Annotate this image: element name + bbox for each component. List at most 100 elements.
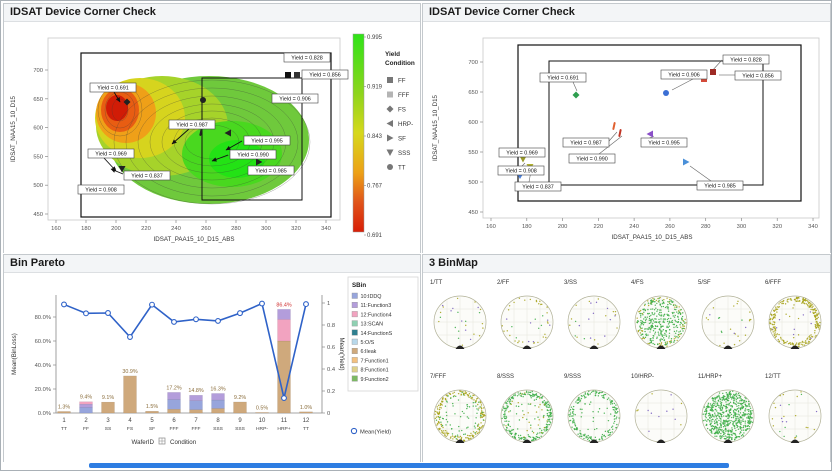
svg-text:FFF: FFF <box>170 426 179 432</box>
svg-text:6: 6 <box>172 418 176 424</box>
svg-text:0.5%: 0.5% <box>256 405 268 411</box>
dashboard: IDSAT Device Corner Check 16018020022024… <box>0 0 832 471</box>
svg-text:200: 200 <box>558 224 568 230</box>
corner-scatter-chart[interactable]: 1601802002202402602803003203404505005506… <box>423 22 830 253</box>
svg-text:17.2%: 17.2% <box>166 385 181 391</box>
svg-text:8:Function1: 8:Function1 <box>361 368 389 374</box>
svg-text:1: 1 <box>62 418 66 424</box>
svg-text:FFF: FFF <box>192 426 201 432</box>
svg-text:11: 11 <box>281 418 288 424</box>
svg-text:500: 500 <box>468 180 478 186</box>
svg-text:1.3%: 1.3% <box>58 404 70 410</box>
svg-text:9:Function2: 9:Function2 <box>361 377 389 383</box>
svg-text:Yield = 0.990: Yield = 0.990 <box>237 153 268 159</box>
svg-text:220: 220 <box>594 224 604 230</box>
svg-text:Yield = 0.837: Yield = 0.837 <box>131 174 162 180</box>
panel-header-corner-contour[interactable]: IDSAT Device Corner Check <box>4 4 420 22</box>
svg-text:1: 1 <box>327 301 330 307</box>
panel-corner-scatter: IDSAT Device Corner Check 16018020022024… <box>422 3 831 253</box>
panel-title-bin-pareto: Bin Pareto <box>10 257 65 269</box>
svg-text:6:Ileak: 6:Ileak <box>361 349 377 355</box>
panel-title-binmap: 3 BinMap <box>429 257 478 269</box>
svg-text:80.0%: 80.0% <box>35 315 51 321</box>
svg-text:240: 240 <box>629 224 639 230</box>
svg-text:Mean(Yield): Mean(Yield) <box>338 337 345 370</box>
svg-text:Condition: Condition <box>170 439 197 446</box>
svg-text:280: 280 <box>231 226 241 232</box>
svg-text:SSS: SSS <box>213 426 224 432</box>
svg-text:11:Function3: 11:Function3 <box>361 303 392 309</box>
svg-text:IDSAT_NAA15_10_D15: IDSAT_NAA15_10_D15 <box>432 94 439 160</box>
svg-text:700: 700 <box>468 60 478 66</box>
svg-text:550: 550 <box>33 154 43 160</box>
svg-text:Yield = 0.906: Yield = 0.906 <box>668 73 699 79</box>
svg-text:600: 600 <box>468 120 478 126</box>
svg-text:320: 320 <box>291 226 301 232</box>
svg-text:FS: FS <box>398 106 406 113</box>
svg-text:0.8: 0.8 <box>327 323 335 329</box>
svg-text:Yield = 0.985: Yield = 0.985 <box>255 169 286 175</box>
panel-header-bin-pareto[interactable]: Bin Pareto <box>4 255 420 273</box>
svg-text:180: 180 <box>522 224 532 230</box>
svg-text:8/SSS: 8/SSS <box>497 374 514 380</box>
svg-text:0.6: 0.6 <box>327 345 335 351</box>
svg-text:7: 7 <box>194 418 198 424</box>
svg-text:2/FF: 2/FF <box>497 280 510 286</box>
panel-header-binmap[interactable]: 3 BinMap <box>423 255 830 273</box>
panel-binmap: 3 BinMap 1/TT2/FF3/SS4/FS5/SF6/FFF7/FFF8… <box>422 254 831 462</box>
svg-text:Mean(Yield): Mean(Yield) <box>360 430 391 436</box>
svg-text:700: 700 <box>33 68 43 74</box>
svg-text:IDSAT_NAA15_10_D15: IDSAT_NAA15_10_D15 <box>10 95 17 161</box>
svg-text:Yield = 0.856: Yield = 0.856 <box>742 74 773 80</box>
svg-text:300: 300 <box>261 226 271 232</box>
svg-text:Yield = 0.969: Yield = 0.969 <box>95 152 126 158</box>
svg-text:450: 450 <box>33 212 43 218</box>
svg-text:1.5%: 1.5% <box>146 404 158 410</box>
svg-text:0.2: 0.2 <box>327 389 335 395</box>
svg-text:HRP-: HRP- <box>398 121 413 128</box>
svg-text:Yield = 0.828: Yield = 0.828 <box>291 56 322 62</box>
svg-text:Yield = 0.990: Yield = 0.990 <box>576 157 607 163</box>
svg-text:500: 500 <box>33 183 43 189</box>
svg-text:IDSAT_PAA15_10_D15_ABS: IDSAT_PAA15_10_D15_ABS <box>154 236 235 243</box>
svg-text:16.3%: 16.3% <box>210 386 225 392</box>
svg-text:9.1%: 9.1% <box>102 395 114 401</box>
svg-text:650: 650 <box>33 97 43 103</box>
svg-text:0.691: 0.691 <box>367 233 383 239</box>
svg-text:0.0%: 0.0% <box>38 411 51 417</box>
svg-text:0: 0 <box>327 411 330 417</box>
bottom-scrollbar[interactable] <box>89 463 729 468</box>
svg-text:5: 5 <box>150 418 154 424</box>
panel-body-binmap: 1/TT2/FF3/SS4/FS5/SF6/FFF7/FFF8/SSS9/SSS… <box>423 273 830 462</box>
panel-body-corner-scatter: 1601802002202402602803003203404505005506… <box>423 22 830 253</box>
svg-text:12/TT: 12/TT <box>765 374 781 380</box>
svg-text:HRP+: HRP+ <box>277 426 290 432</box>
corner-contour-chart[interactable]: 1601802002202402602803003203404505005506… <box>4 22 420 253</box>
svg-text:1.0%: 1.0% <box>300 405 312 411</box>
svg-text:10/HRP-: 10/HRP- <box>631 374 654 380</box>
svg-text:450: 450 <box>468 210 478 216</box>
panel-corner-contour: IDSAT Device Corner Check 16018020022024… <box>3 3 421 253</box>
panel-title-corner-scatter: IDSAT Device Corner Check <box>429 6 575 18</box>
svg-text:9.2%: 9.2% <box>234 395 246 401</box>
svg-text:Yield = 0.995: Yield = 0.995 <box>251 139 282 145</box>
svg-text:Yield = 0.995: Yield = 0.995 <box>648 141 679 147</box>
svg-text:Yield = 0.828: Yield = 0.828 <box>730 58 761 64</box>
svg-text:2: 2 <box>84 418 88 424</box>
binmap-grid[interactable]: 1/TT2/FF3/SS4/FS5/SF6/FFF7/FFF8/SSS9/SSS… <box>423 273 830 462</box>
svg-text:IDSAT_PAA15_10_D15_ABS: IDSAT_PAA15_10_D15_ABS <box>612 234 693 241</box>
svg-text:8: 8 <box>216 418 220 424</box>
svg-text:14:FunctionS: 14:FunctionS <box>361 331 393 337</box>
panel-header-corner-scatter[interactable]: IDSAT Device Corner Check <box>423 4 830 22</box>
bin-pareto-chart[interactable]: 0.0%20.0%40.0%60.0%80.0%00.20.40.60.811.… <box>4 273 420 462</box>
svg-text:TT: TT <box>61 426 67 432</box>
panel-body-corner-contour: 1601802002202402602803003203404505005506… <box>4 22 420 253</box>
svg-text:340: 340 <box>808 224 818 230</box>
svg-text:300: 300 <box>737 224 747 230</box>
svg-text:Mean(BinLoss): Mean(BinLoss) <box>11 333 18 375</box>
svg-text:11/HRP+: 11/HRP+ <box>698 374 723 380</box>
svg-text:Yield = 0.691: Yield = 0.691 <box>547 76 578 82</box>
svg-text:Yield = 0.691: Yield = 0.691 <box>97 86 128 92</box>
svg-text:30.9%: 30.9% <box>122 369 137 375</box>
svg-text:550: 550 <box>468 150 478 156</box>
